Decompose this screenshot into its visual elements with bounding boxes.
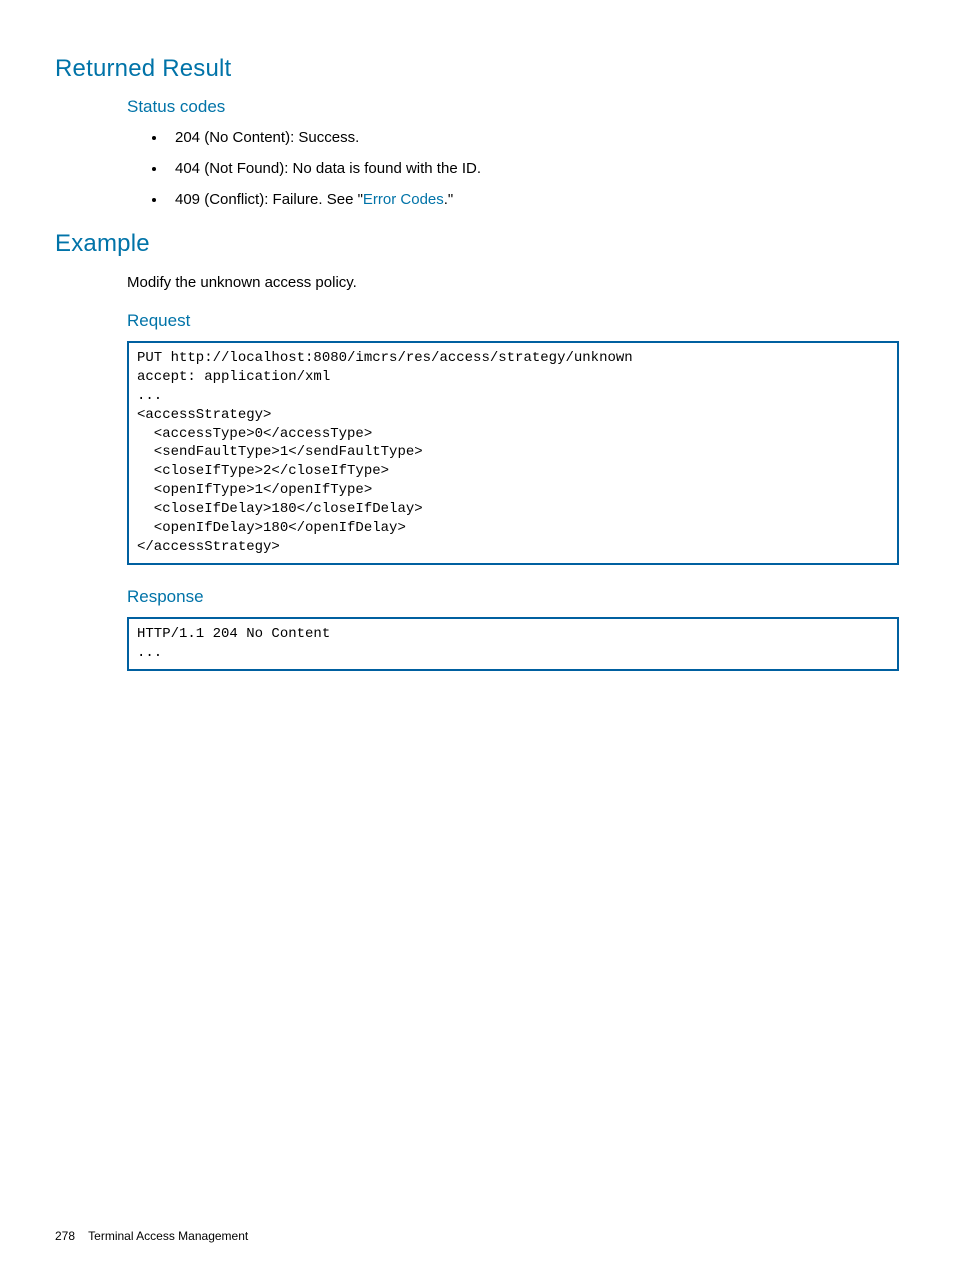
status-code-item: 204 (No Content): Success. [167, 127, 899, 148]
request-code-block: PUT http://localhost:8080/imcrs/res/acce… [127, 341, 899, 565]
response-code-block: HTTP/1.1 204 No Content ... [127, 617, 899, 671]
footer-chapter: Terminal Access Management [88, 1229, 248, 1243]
status-code-item: 409 (Conflict): Failure. See "Error Code… [167, 189, 899, 210]
page-footer: 278 Terminal Access Management [55, 1229, 248, 1243]
subheading-status-codes: Status codes [127, 97, 899, 117]
status-code-text: ." [444, 191, 454, 208]
example-intro: Modify the unknown access policy. [127, 272, 899, 293]
subheading-response: Response [127, 587, 899, 607]
status-code-text: 409 (Conflict): Failure. See " [175, 191, 363, 208]
status-codes-list: 204 (No Content): Success. 404 (Not Foun… [167, 127, 899, 210]
error-codes-link[interactable]: Error Codes [363, 191, 444, 208]
section-heading-returned-result: Returned Result [55, 55, 899, 83]
section-heading-example: Example [55, 230, 899, 258]
page-number: 278 [55, 1229, 75, 1243]
status-code-item: 404 (Not Found): No data is found with t… [167, 158, 899, 179]
subheading-request: Request [127, 311, 899, 331]
